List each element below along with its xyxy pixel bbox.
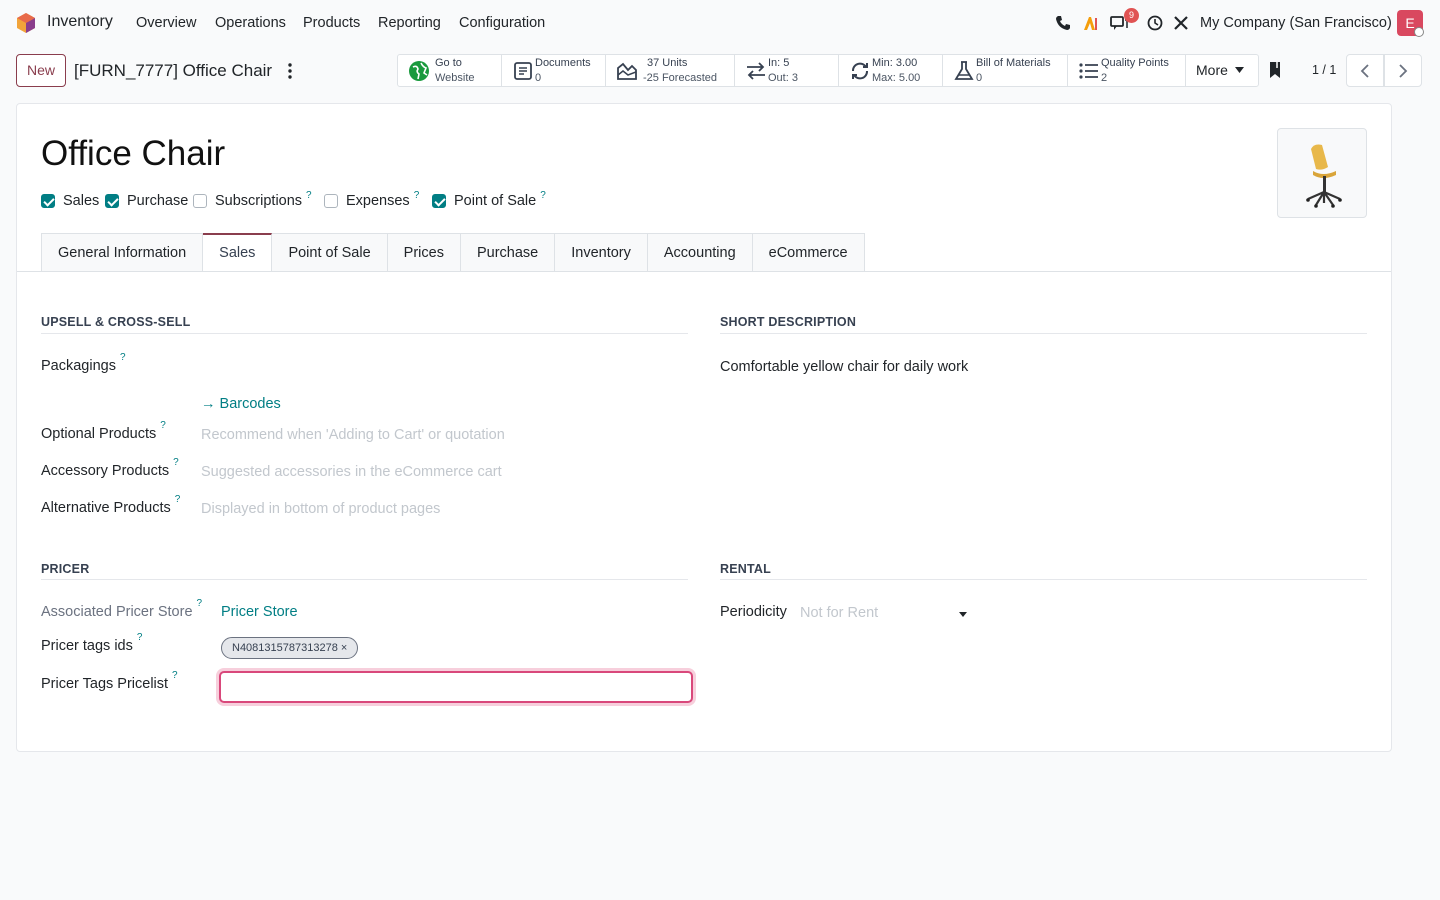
optional-products-input[interactable]: Recommend when 'Adding to Cart' or quota… (201, 427, 505, 443)
remove-tag-icon[interactable]: × (341, 642, 347, 654)
checked-icon[interactable] (105, 194, 119, 208)
packagings-label: Packagings? (41, 352, 126, 374)
documents-button[interactable]: Documents 0 (502, 55, 606, 86)
checkbox-sales[interactable]: Sales (41, 193, 99, 209)
in-out-button[interactable]: In: 5 Out: 3 (735, 55, 839, 86)
form-sheet: Office Chair Sales Purchase Subscription… (16, 103, 1392, 752)
smart-buttons: Go to Website Documents 0 37 Units -25 F… (397, 54, 1259, 87)
chat-badge: 9 (1124, 8, 1139, 23)
tab-ecommerce[interactable]: eCommerce (752, 233, 865, 272)
periodicity-select[interactable]: Not for Rent (800, 605, 878, 621)
bill-of-materials-button[interactable]: Bill of Materials 0 (943, 55, 1068, 86)
tab-sales[interactable]: Sales (203, 233, 273, 272)
menu-overview[interactable]: Overview (136, 15, 196, 31)
top-navbar: Inventory Overview Operations Products R… (0, 0, 1440, 46)
accessory-products-input[interactable]: Suggested accessories in the eCommerce c… (201, 464, 502, 480)
office-chair-image (1306, 144, 1342, 208)
checkbox-subscriptions[interactable]: Subscriptions? (193, 190, 312, 209)
company-switcher[interactable]: My Company (San Francisco) (1200, 15, 1392, 31)
tab-point-of-sale[interactable]: Point of Sale (272, 233, 388, 272)
list-icon (1079, 63, 1098, 79)
pricer-tags-pricelist-label: Pricer Tags Pricelist? (41, 670, 178, 692)
pricer-tags-label: Pricer tags ids? (41, 632, 143, 654)
app-name[interactable]: Inventory (47, 13, 113, 31)
tab-inventory[interactable]: Inventory (555, 233, 648, 272)
tools-icon[interactable] (1171, 12, 1191, 34)
pricer-tag-badge: N4081315787313278 × (221, 637, 359, 659)
clock-icon[interactable] (1145, 12, 1165, 34)
tab-general-information[interactable]: General Information (41, 233, 204, 272)
unchecked-icon[interactable] (324, 194, 338, 208)
menu-operations[interactable]: Operations (215, 15, 286, 31)
section-divider (720, 579, 1367, 580)
ai-icon[interactable] (1081, 12, 1101, 34)
checkbox-point-of-sale[interactable]: Point of Sale? (432, 190, 546, 209)
product-image[interactable] (1277, 128, 1367, 218)
inventory-app-icon[interactable] (16, 12, 36, 34)
new-button[interactable]: New (16, 54, 66, 87)
menu-configuration[interactable]: Configuration (459, 15, 545, 31)
checked-icon[interactable] (41, 194, 55, 208)
flask-icon (954, 61, 974, 80)
forecast-button[interactable]: 37 Units -25 Forecasted (606, 55, 735, 86)
short-description-title: SHORT DESCRIPTION (720, 315, 857, 329)
status-dot-icon (1414, 27, 1424, 37)
periodicity-label: Periodicity (720, 604, 787, 620)
pager-previous-button[interactable] (1346, 54, 1384, 87)
menu-reporting[interactable]: Reporting (378, 15, 441, 31)
pricer-section-title: PRICER (41, 562, 90, 576)
tab-purchase[interactable]: Purchase (460, 233, 556, 272)
breadcrumb: [FURN_7777] Office Chair (74, 61, 273, 80)
checked-icon[interactable] (432, 194, 446, 208)
quality-points-button[interactable]: Quality Points 2 (1068, 55, 1186, 86)
kebab-menu-icon[interactable] (286, 62, 294, 80)
more-button[interactable]: More (1186, 55, 1258, 86)
checkbox-expenses[interactable]: Expenses? (324, 190, 419, 209)
tab-prices[interactable]: Prices (387, 233, 461, 272)
section-divider (41, 579, 688, 580)
checkbox-purchase[interactable]: Purchase (105, 193, 188, 209)
accessory-products-label: Accessory Products? (41, 457, 179, 479)
unchecked-icon[interactable] (193, 194, 207, 208)
rental-section-title: RENTAL (720, 562, 771, 576)
pricer-tags-pricelist-input[interactable] (219, 671, 693, 703)
form-tabs: General Information Sales Point of Sale … (41, 233, 865, 272)
document-icon (514, 62, 532, 80)
tab-accounting[interactable]: Accounting (647, 233, 753, 272)
pricer-store-label: Associated Pricer Store? (41, 598, 203, 620)
globe-icon (409, 61, 429, 81)
optional-products-label: Optional Products? (41, 420, 166, 442)
pager-next-button[interactable] (1384, 54, 1422, 87)
go-to-website-button[interactable]: Go to Website (398, 55, 502, 86)
product-name[interactable]: Office Chair (41, 134, 225, 174)
tabs-divider (17, 271, 1391, 272)
short-description-input[interactable]: Comfortable yellow chair for daily work (720, 359, 968, 375)
phone-icon[interactable] (1053, 12, 1073, 34)
refresh-icon (852, 62, 868, 80)
menu-products[interactable]: Products (303, 15, 360, 31)
pricer-store-link[interactable]: Pricer Store (221, 604, 298, 620)
min-max-button[interactable]: Min: 3.00 Max: 5.00 (839, 55, 943, 86)
upsell-section-title: UPSELL & CROSS-SELL (41, 315, 191, 329)
chevron-left-icon (1360, 63, 1369, 78)
pager-value[interactable]: 1 / 1 (1312, 63, 1336, 77)
alternative-products-input[interactable]: Displayed in bottom of product pages (201, 501, 440, 517)
transfer-icon (747, 62, 765, 80)
section-divider (720, 333, 1367, 334)
caret-down-icon (1235, 67, 1244, 73)
chevron-right-icon (1399, 63, 1408, 78)
forecast-icon (617, 62, 637, 80)
section-divider (41, 333, 688, 334)
bookmark-icon[interactable] (1268, 61, 1282, 79)
barcodes-link[interactable]: → Barcodes (201, 396, 281, 412)
alternative-products-label: Alternative Products? (41, 494, 181, 516)
dropdown-caret-icon[interactable] (959, 612, 967, 617)
